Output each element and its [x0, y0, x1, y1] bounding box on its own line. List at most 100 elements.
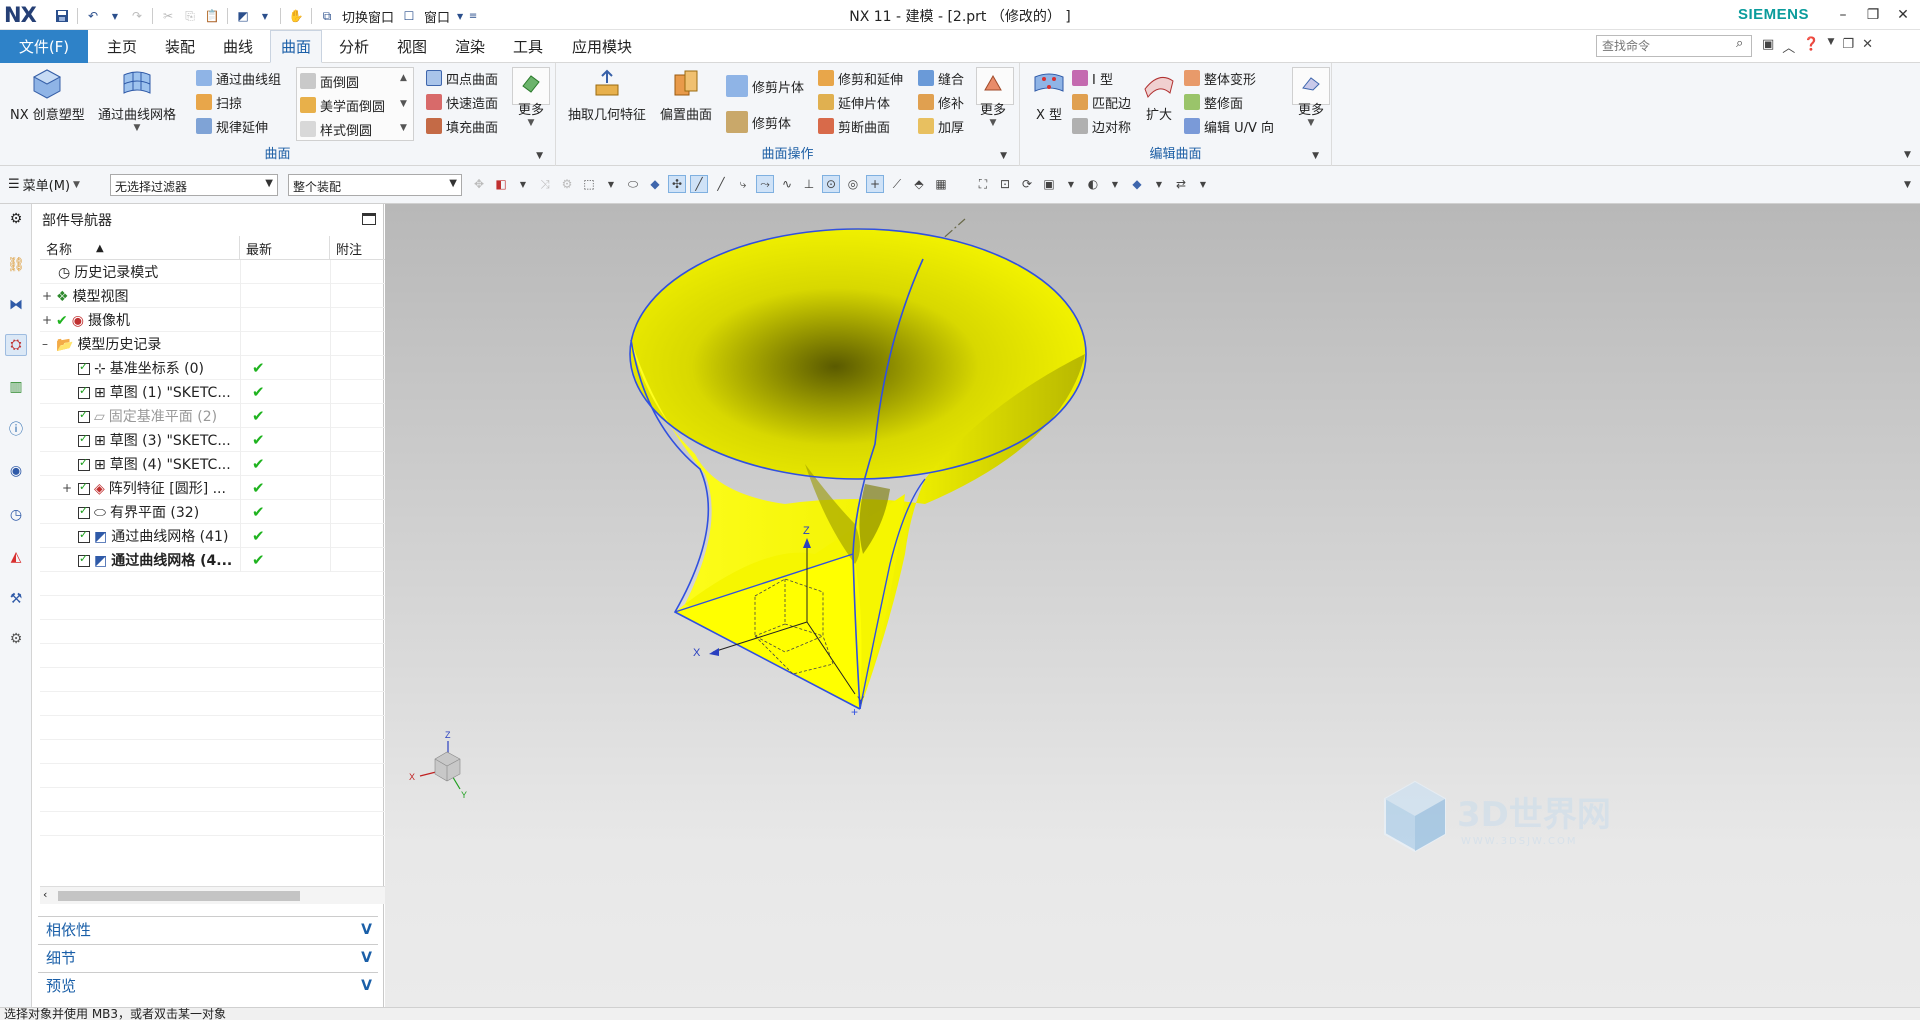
global-shaping-button[interactable]: 整体变形 — [1184, 67, 1256, 89]
tab-home[interactable]: 主页 — [96, 30, 148, 63]
selection-scope-dropdown[interactable]: 整个装配 ▼ — [288, 174, 462, 196]
command-search-input[interactable] — [1596, 35, 1752, 57]
tab-file[interactable]: 文件(F) — [0, 30, 88, 63]
ribbon-options-icon[interactable]: ▣ — [1762, 37, 1774, 56]
four-point-surface-button[interactable]: 四点曲面 — [426, 67, 498, 89]
feature-selection-icon[interactable]: ◧ — [492, 175, 510, 193]
chevron-down-icon[interactable]: ▼ — [1308, 118, 1315, 128]
details-panel[interactable]: 细节 V — [38, 944, 378, 970]
pole-icon[interactable]: ⬘ — [910, 175, 928, 193]
horizontal-scrollbar[interactable]: ‹ › — [40, 886, 406, 904]
divide-face-button[interactable]: 剪断曲面 — [818, 115, 890, 137]
tree-row[interactable]: ◩通过曲线网格 (4... ✔ — [40, 548, 406, 572]
tree-row[interactable]: – 📂 模型历史记录 — [40, 332, 406, 356]
chevron-down-icon[interactable]: ▼ — [602, 175, 620, 193]
trim-body-button[interactable]: 修剪体 — [726, 111, 791, 133]
sweep-button[interactable]: 扫掠 — [196, 91, 242, 113]
minimize-icon[interactable]: – — [1828, 2, 1858, 28]
tangent-icon[interactable]: ⊥ — [800, 175, 818, 193]
grid-icon[interactable]: ▦ — [932, 175, 950, 193]
gallery-expand-icon[interactable]: ▼ — [400, 123, 407, 133]
chevron-down-icon[interactable]: ▼ — [105, 6, 125, 26]
chevron-down-icon[interactable]: ▼ — [455, 6, 465, 26]
cut-icon[interactable]: ✂ — [158, 6, 178, 26]
checkbox[interactable] — [78, 408, 90, 423]
tab-analysis[interactable]: 分析 — [328, 30, 380, 63]
sew-button[interactable]: 缝合 — [918, 67, 964, 89]
chevron-down-icon[interactable]: ▼ — [1106, 175, 1124, 193]
undo-icon[interactable]: ↶ — [83, 6, 103, 26]
offset-surface-button[interactable]: 偏置曲面 — [660, 67, 712, 123]
redo-icon[interactable]: ↷ — [127, 6, 147, 26]
gear-icon[interactable]: ⚙ — [5, 208, 27, 230]
spline-icon[interactable]: ∿ — [778, 175, 796, 193]
restore-icon[interactable]: ❐ — [1842, 37, 1854, 56]
collapse-ribbon-icon[interactable]: ︿ — [1782, 37, 1795, 56]
i-form-button[interactable]: I 型 — [1072, 67, 1113, 89]
process-studio-icon[interactable]: ⚒ — [5, 588, 27, 610]
tree-row[interactable]: ◷ 历史记录模式 — [40, 260, 406, 284]
point-on-curve-icon[interactable]: ✣ — [668, 175, 686, 193]
checkbox[interactable] — [78, 384, 90, 399]
tree-row[interactable]: ⊹基准坐标系 (0) ✔ — [40, 356, 406, 380]
arc-icon[interactable]: ⤷ — [734, 175, 752, 193]
tab-curve[interactable]: 曲线 — [212, 30, 264, 63]
preview-panel[interactable]: 预览 V — [38, 972, 378, 998]
tree-row[interactable]: ▱固定基准平面 (2) ✔ — [40, 404, 406, 428]
tab-assembly[interactable]: 装配 — [154, 30, 206, 63]
hd3d-tools-icon[interactable]: ⓘ — [5, 418, 27, 440]
checkbox[interactable] — [78, 528, 90, 543]
patch-button[interactable]: 修补 — [918, 91, 964, 113]
expand-icon[interactable]: + — [42, 289, 52, 303]
tree-row[interactable]: ⊞草图 (1) "SKETC... ✔ — [40, 380, 406, 404]
tab-render[interactable]: 渲染 — [444, 30, 496, 63]
tree-row[interactable]: ⬭有界平面 (32) ✔ — [40, 500, 406, 524]
gear-icon[interactable]: ⚙ — [558, 175, 576, 193]
history-icon[interactable]: ◷ — [5, 504, 27, 526]
law-extension-button[interactable]: 规律延伸 — [196, 115, 268, 137]
quick-surface-button[interactable]: 快速造面 — [426, 91, 498, 113]
center-point-icon[interactable]: ⊙ — [822, 175, 840, 193]
qat-customize-icon[interactable]: ≡ — [467, 6, 479, 26]
chevron-left-icon[interactable]: ‹ — [43, 888, 47, 901]
render-style-icon[interactable]: ◐ — [1084, 175, 1102, 193]
toolbar-options-icon[interactable]: ▼ — [1904, 180, 1911, 198]
through-curves-button[interactable]: 通过曲线组 — [196, 67, 281, 89]
through-curve-mesh-button[interactable]: 通过曲线网格 ▼ — [98, 67, 176, 133]
restore-icon[interactable]: ❐ — [1858, 2, 1888, 28]
cube-icon[interactable]: ◆ — [1128, 175, 1146, 193]
more-edit-button[interactable]: 更多 ▼ — [1298, 72, 1324, 128]
enlarge-button[interactable]: 扩大 — [1142, 67, 1176, 123]
chevron-down-icon[interactable]: ▼ — [514, 175, 532, 193]
tab-application[interactable]: 应用模块 — [562, 30, 642, 63]
model-viewport[interactable]: Z X Y + Z X Y 3D世界网 WWW.3DSJW.COM — [385, 204, 1920, 1007]
chevron-down-icon[interactable]: ▼ — [1194, 175, 1212, 193]
quadrant-icon[interactable]: ◎ — [844, 175, 862, 193]
switch-window-icon[interactable]: ⧉ — [317, 6, 337, 26]
dependencies-panel[interactable]: 相依性 V — [38, 916, 378, 942]
column-uptodate[interactable]: 最新 — [240, 236, 330, 260]
graphics-window[interactable]: Z X Y + Z X Y 3D世界网 WWW.3DSJW.COM — [385, 204, 1920, 1007]
touch-mode-icon[interactable]: ✋ — [286, 6, 306, 26]
checkbox[interactable] — [78, 456, 90, 471]
scrollbar-thumb[interactable] — [58, 891, 300, 901]
chevron-down-icon[interactable]: ▼ — [134, 123, 141, 133]
selection-filter-dropdown[interactable]: 无选择过滤器 ▼ — [110, 174, 278, 196]
edge-symmetry-button[interactable]: 边对称 — [1072, 115, 1131, 137]
roles-icon[interactable]: ⚙ — [5, 628, 27, 650]
more-surface-button[interactable]: 更多 ▼ — [518, 72, 544, 128]
group-options-icon[interactable]: ▼ — [1312, 151, 1319, 161]
gallery-scroll-down-icon[interactable]: ▼ — [400, 99, 407, 109]
checkbox[interactable] — [78, 432, 90, 447]
maximize-icon[interactable] — [362, 213, 376, 225]
tree-row[interactable]: + ◈阵列特征 [圆形] ... ✔ — [40, 476, 406, 500]
constraint-navigator-icon[interactable]: ⧓ — [5, 294, 27, 316]
chevron-down-icon[interactable]: ▼ — [1062, 175, 1080, 193]
rotate-icon[interactable]: ⟳ — [1018, 175, 1036, 193]
endpoint-icon[interactable]: ⟋ — [888, 175, 906, 193]
intersection-icon[interactable]: ⤳ — [756, 175, 774, 193]
checkbox[interactable] — [78, 360, 90, 375]
extend-sheet-button[interactable]: 延伸片体 — [818, 91, 890, 113]
more-ops-button[interactable]: 更多 ▼ — [980, 72, 1006, 128]
menu-button[interactable]: ☰ 菜单(M) ▼ — [8, 175, 80, 194]
